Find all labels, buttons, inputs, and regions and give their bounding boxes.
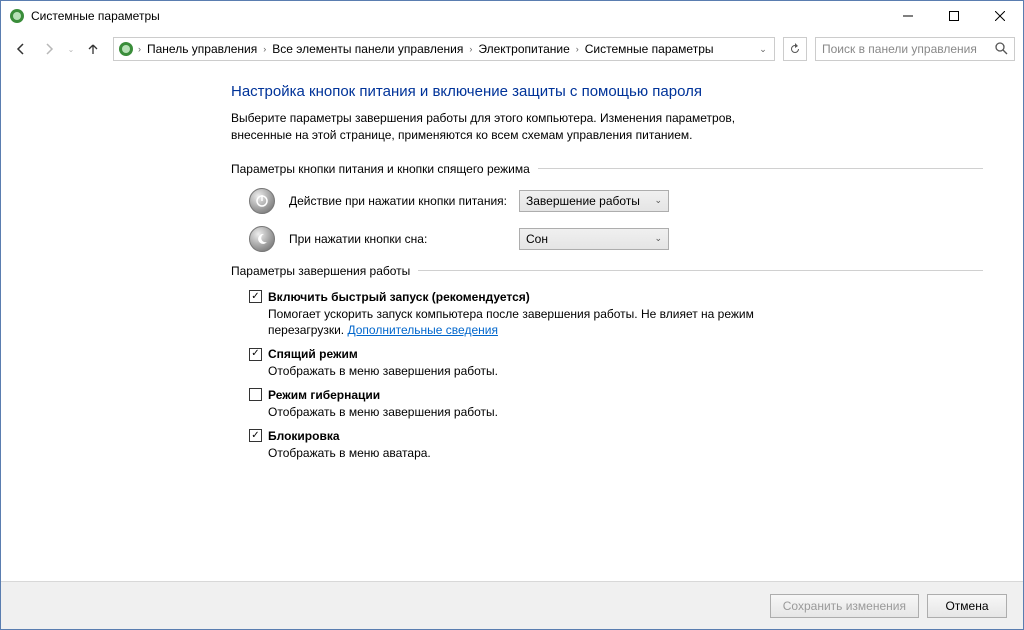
power-button-select[interactable]: Завершение работы ⌄	[519, 190, 669, 212]
checkbox-sleep: ✓ Спящий режим Отображать в меню заверше…	[249, 347, 983, 380]
minimize-button[interactable]	[885, 1, 931, 31]
forward-button[interactable]	[37, 37, 61, 61]
checkbox-description: Отображать в меню завершения работы.	[249, 363, 789, 380]
select-value: Сон	[526, 232, 548, 246]
checkbox-label: Блокировка	[268, 429, 340, 443]
breadcrumb-item[interactable]: Все элементы панели управления	[268, 42, 467, 56]
checkbox[interactable]: ✓	[249, 348, 262, 361]
section-title: Параметры завершения работы	[231, 264, 410, 278]
navbar: ⌄ › Панель управления › Все элементы пан…	[1, 31, 1023, 67]
chevron-down-icon: ⌄	[654, 195, 662, 206]
refresh-button[interactable]	[783, 37, 807, 61]
footer: Сохранить изменения Отмена	[1, 581, 1023, 629]
checkbox-label: Спящий режим	[268, 347, 358, 361]
select-value: Завершение работы	[526, 194, 640, 208]
checkbox-label: Режим гибернации	[268, 388, 380, 402]
chevron-right-icon: ›	[574, 44, 581, 54]
checkbox-description: Помогает ускорить запуск компьютера посл…	[249, 306, 789, 340]
address-dropdown[interactable]: ⌄	[754, 44, 772, 55]
back-button[interactable]	[9, 37, 33, 61]
breadcrumb-item[interactable]: Панель управления	[143, 42, 261, 56]
close-button[interactable]	[977, 1, 1023, 31]
checkbox-label: Включить быстрый запуск (рекомендуется)	[268, 290, 530, 304]
maximize-button[interactable]	[931, 1, 977, 31]
sleep-button-row: При нажатии кнопки сна: Сон ⌄	[231, 226, 983, 252]
save-button[interactable]: Сохранить изменения	[770, 594, 919, 618]
sleep-button-select[interactable]: Сон ⌄	[519, 228, 669, 250]
history-dropdown[interactable]: ⌄	[65, 45, 77, 54]
address-icon	[118, 41, 134, 57]
checkbox-description: Отображать в меню завершения работы.	[249, 404, 789, 421]
divider	[418, 270, 983, 271]
breadcrumb-item[interactable]: Электропитание	[474, 42, 573, 56]
checkbox[interactable]	[249, 388, 262, 401]
checkbox[interactable]: ✓	[249, 290, 262, 303]
section-shutdown: Параметры завершения работы	[231, 264, 983, 278]
chevron-right-icon: ›	[261, 44, 268, 54]
window-title: Системные параметры	[31, 9, 885, 23]
sleep-button-label: При нажатии кнопки сна:	[289, 232, 519, 246]
page-description: Выберите параметры завершения работы для…	[231, 110, 791, 144]
breadcrumb-item[interactable]: Системные параметры	[581, 42, 718, 56]
search-box[interactable]	[815, 37, 1015, 61]
cancel-button[interactable]: Отмена	[927, 594, 1007, 618]
page-heading: Настройка кнопок питания и включение защ…	[231, 83, 983, 100]
checkbox[interactable]: ✓	[249, 429, 262, 442]
checkbox-description: Отображать в меню аватара.	[249, 445, 789, 462]
chevron-right-icon: ›	[136, 44, 143, 54]
search-icon	[994, 41, 1008, 58]
section-title: Параметры кнопки питания и кнопки спящег…	[231, 162, 530, 176]
app-icon	[9, 8, 25, 24]
checkbox-lock: ✓ Блокировка Отображать в меню аватара.	[249, 429, 983, 462]
section-power-buttons: Параметры кнопки питания и кнопки спящег…	[231, 162, 983, 176]
chevron-right-icon: ›	[467, 44, 474, 54]
up-button[interactable]	[81, 37, 105, 61]
search-input[interactable]	[822, 42, 994, 56]
power-icon	[249, 188, 275, 214]
checkbox-fast-startup: ✓ Включить быстрый запуск (рекомендуется…	[249, 290, 983, 340]
moon-icon	[249, 226, 275, 252]
chevron-down-icon: ⌄	[654, 233, 662, 244]
checkbox-hibernate: Режим гибернации Отображать в меню завер…	[249, 388, 983, 421]
power-button-row: Действие при нажатии кнопки питания: Зав…	[231, 188, 983, 214]
titlebar: Системные параметры	[1, 1, 1023, 31]
address-bar[interactable]: › Панель управления › Все элементы панел…	[113, 37, 775, 61]
power-button-label: Действие при нажатии кнопки питания:	[289, 194, 519, 208]
content-area: Настройка кнопок питания и включение защ…	[1, 67, 1023, 581]
divider	[538, 168, 983, 169]
more-info-link[interactable]: Дополнительные сведения	[347, 323, 497, 337]
